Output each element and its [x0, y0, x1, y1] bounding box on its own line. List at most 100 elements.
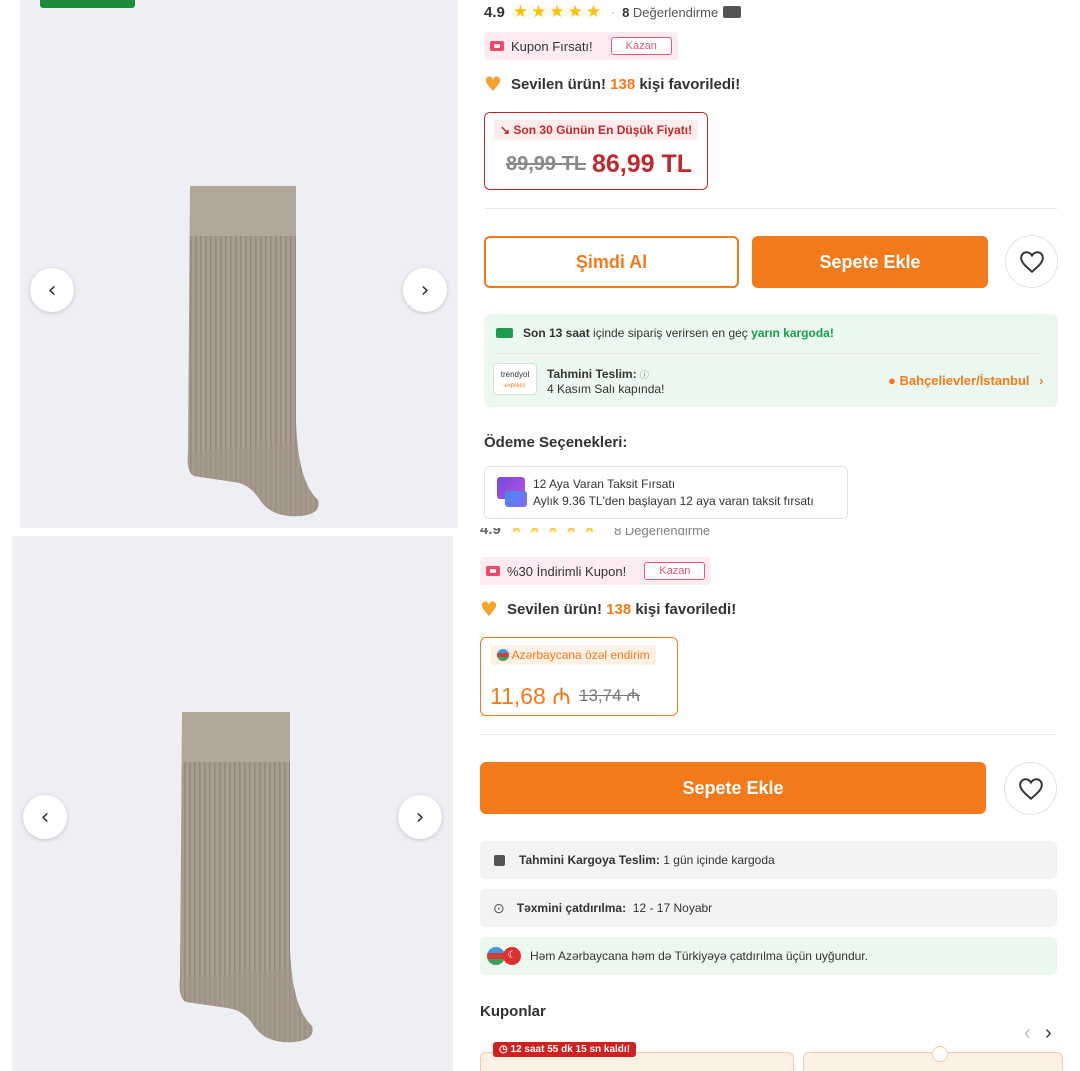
coupons-prev-button[interactable]: ‹ — [1024, 1022, 1031, 1045]
coupon-icon — [486, 566, 500, 576]
coupon-banner[interactable]: %30 İndirimli Kupon! Kazan — [480, 557, 712, 585]
favorite-info: ♥ Sevilen ürün! 138 kişi favoriledi! — [484, 72, 740, 96]
old-price: 13,74 ₼ — [579, 686, 641, 705]
credit-card-icon — [505, 491, 527, 507]
top-product-panel: ‹ › 4.9 ★★★★★ · 8 Değerlendirme Kupon Fı… — [0, 0, 1080, 528]
rating-value: 4.9 — [480, 528, 501, 538]
chevron-right-icon: › — [420, 277, 430, 303]
rating-value: 4.9 — [484, 3, 505, 21]
both-countries-row: ☾ Həm Azərbaycana həm də Türkiyəyə çatdı… — [480, 937, 1057, 975]
clock-icon: ◷ — [499, 1044, 508, 1055]
sock-image — [187, 186, 319, 517]
coupon-icon — [490, 41, 504, 51]
favorite-button[interactable] — [1004, 762, 1057, 815]
azerbaijan-price-box: Azərbaycana özəl endirim 11,68 ₼ 13,74 ₼ — [480, 637, 678, 716]
kazan-button[interactable]: Kazan — [610, 37, 672, 55]
fav-count: 138 — [606, 600, 632, 618]
gallery-next-button[interactable]: › — [403, 268, 447, 312]
cargo-value: 1 gün içinde kargoda — [663, 853, 775, 867]
divider — [480, 734, 1057, 735]
trendyol-express-logo: trendyol express — [493, 363, 537, 395]
product-image-gallery[interactable]: ‹ › — [12, 536, 453, 1071]
divider — [496, 353, 1040, 354]
both-countries-text: Həm Azərbaycana həm də Türkiyəyə çatdırı… — [530, 949, 868, 963]
rating-stars: ★★★★★ — [508, 528, 601, 538]
payment-options-title: Ödeme Seçenekleri: — [484, 434, 628, 451]
azerbaijan-flag-icon — [497, 649, 509, 661]
coupons-title: Kuponlar — [480, 1003, 546, 1020]
current-price: 86,99 TL — [592, 150, 693, 178]
turkey-flag-icon: ☾ — [503, 947, 521, 965]
shipping-info-box: Son 13 saat içinde sipariş verirsen en g… — [484, 314, 1058, 407]
coupons-next-button[interactable]: › — [1045, 1022, 1052, 1045]
favorite-info: ♥ Sevilen ürün! 138 kişi favoriledi! — [480, 597, 736, 621]
fav-suffix: kişi favoriledi! — [635, 600, 737, 618]
add-to-cart-button[interactable]: Sepete Ekle — [752, 236, 988, 288]
fav-prefix: Sevilen ürün! — [510, 75, 606, 93]
fav-suffix: kişi favoriledi! — [639, 75, 741, 93]
delivery-estimate: Tahmini Teslim: ⓘ 4 Kasım Salı kapında! — [547, 367, 664, 396]
ship-prefix: Son 13 saat — [523, 326, 590, 340]
old-price: 89,99 TL — [506, 153, 587, 175]
divider — [484, 208, 1057, 209]
coupon-label: %30 İndirimli Kupon! — [507, 563, 627, 579]
gallery-prev-button[interactable]: ‹ — [23, 795, 67, 839]
delivery-date: 4 Kasım Salı kapında! — [547, 382, 665, 396]
add-to-cart-button[interactable]: Sepete Ekle — [480, 762, 986, 814]
separator-dot: · — [611, 5, 616, 19]
fav-prefix: Sevilen ürün! — [506, 600, 602, 618]
box-icon — [494, 854, 505, 866]
review-count: 8 Değerlendirme — [614, 528, 711, 538]
gallery-prev-button[interactable]: ‹ — [30, 268, 74, 312]
chevron-right-icon: › — [415, 804, 425, 830]
info-icon: ⓘ — [639, 370, 649, 380]
location-pin-icon: ⊙ — [493, 899, 505, 916]
truck-icon — [496, 328, 513, 338]
lowest-price-tag: ↘ Son 30 Günün En Düşük Fiyatı! — [494, 120, 699, 140]
installment-text: 12 Aya Varan Taksit Fırsatı Aylık 9.36 T… — [533, 476, 814, 510]
delivery-value: 12 - 17 Noyabr — [632, 901, 713, 915]
shipping-countdown: Son 13 saat içinde sipariş verirsen en g… — [496, 326, 834, 340]
review-count[interactable]: 8 Değerlendirme — [622, 5, 718, 20]
coupon-banner[interactable]: Kupon Fırsatı! Kazan — [484, 32, 678, 60]
cargo-label: Tahmini Kargoya Teslim: — [519, 853, 660, 867]
product-image-gallery[interactable]: ‹ › — [20, 0, 458, 528]
coupon-notch — [932, 1046, 948, 1062]
installment-title: 12 Aya Varan Taksit Fırsatı — [533, 477, 676, 491]
buy-now-button[interactable]: Şimdi Al — [484, 236, 739, 288]
rating-row[interactable]: 4.9 ★★★★★ · 8 Değerlendirme — [484, 2, 742, 22]
bottom-product-panel: ‹ › 4.9 ★★★★★ 8 Değerlendirme %30 İndiri… — [0, 528, 1080, 1071]
green-badge — [40, 0, 135, 8]
cargo-estimate-row: Tahmini Kargoya Teslim: 1 gün içinde kar… — [480, 841, 1057, 879]
coupon-timer: ◷ 12 saat 55 dk 15 sn kaldı! — [493, 1042, 637, 1057]
ship-middle: içinde sipariş verirsen en geç — [593, 326, 748, 340]
fav-count: 138 — [610, 75, 636, 93]
delivery-estimate-row: ⊙ Təxmini çatdırılma: 12 - 17 Noyabr — [480, 889, 1057, 927]
kazan-button[interactable]: Kazan — [644, 562, 706, 580]
azerbaijan-discount-tag: Azərbaycana özəl endirim — [491, 645, 656, 665]
chevron-right-icon: › — [1039, 373, 1044, 388]
camera-icon — [723, 6, 742, 18]
current-price: 11,68 ₼ — [490, 683, 571, 709]
chevron-left-icon: ‹ — [40, 804, 50, 830]
heart-icon — [1018, 777, 1043, 800]
orange-heart-icon: ♥ — [480, 597, 498, 621]
rating-row-clipped: 4.9 ★★★★★ 8 Değerlendirme — [480, 528, 710, 538]
favorite-button[interactable] — [1005, 235, 1058, 288]
rating-stars: ★★★★★ — [512, 2, 605, 22]
location-pin-icon: ● — [888, 373, 896, 388]
location-selector[interactable]: ● Bahçelievler/İstanbul › — [888, 373, 1044, 388]
chevron-left-icon: ‹ — [47, 277, 57, 303]
ship-highlight: yarın kargoda! — [751, 326, 834, 340]
heart-icon — [1019, 250, 1044, 273]
installment-card[interactable]: 12 Aya Varan Taksit Fırsatı Aylık 9.36 T… — [484, 466, 848, 519]
delivery-label: Təxmini çatdırılma: — [516, 901, 627, 915]
orange-heart-icon: ♥ — [484, 72, 502, 96]
sock-image — [179, 712, 313, 1043]
location-text: Bahçelievler/İstanbul — [899, 373, 1030, 388]
installment-desc: Aylık 9.36 TL'den başlayan 12 aya varan … — [533, 494, 814, 508]
price-box: ↘ Son 30 Günün En Düşük Fiyatı! 89,99 TL… — [484, 112, 708, 190]
coupon-label: Kupon Fırsatı! — [511, 38, 593, 54]
gallery-next-button[interactable]: › — [398, 795, 442, 839]
delivery-title: Tahmini Teslim: — [547, 367, 637, 381]
